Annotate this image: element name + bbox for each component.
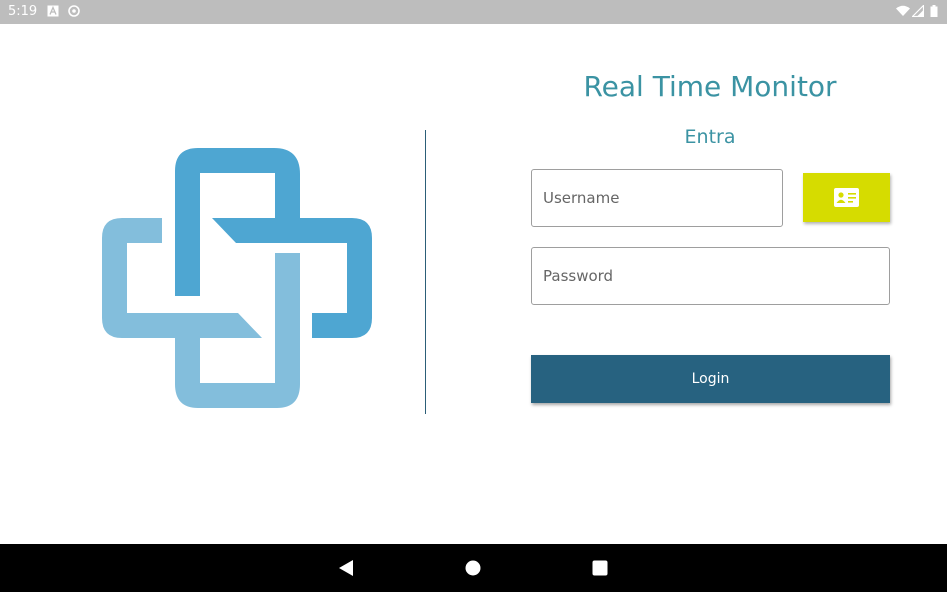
app-title: Real Time Monitor	[583, 70, 837, 103]
login-screen: Real Time Monitor Entra Login	[0, 24, 947, 544]
signal-icon	[912, 5, 924, 17]
wifi-icon	[896, 5, 910, 16]
recents-button[interactable]	[576, 544, 624, 592]
sync-icon	[68, 5, 80, 17]
battery-icon	[930, 5, 938, 17]
a-icon	[47, 5, 59, 17]
back-icon	[339, 560, 353, 576]
vertical-divider	[425, 130, 426, 414]
home-icon	[465, 560, 481, 576]
id-card-button[interactable]	[803, 173, 890, 222]
logo-icon	[102, 148, 372, 408]
status-bar: 5:19	[0, 0, 947, 24]
username-input[interactable]	[531, 169, 783, 227]
login-button[interactable]: Login	[531, 355, 890, 403]
recents-icon	[592, 560, 608, 576]
back-button[interactable]	[322, 544, 370, 592]
login-subtitle: Entra	[684, 126, 736, 148]
id-card-icon	[834, 188, 859, 207]
status-time: 5:19	[8, 4, 38, 19]
home-button[interactable]	[449, 544, 497, 592]
navigation-bar	[0, 544, 947, 592]
password-input[interactable]	[531, 247, 890, 305]
